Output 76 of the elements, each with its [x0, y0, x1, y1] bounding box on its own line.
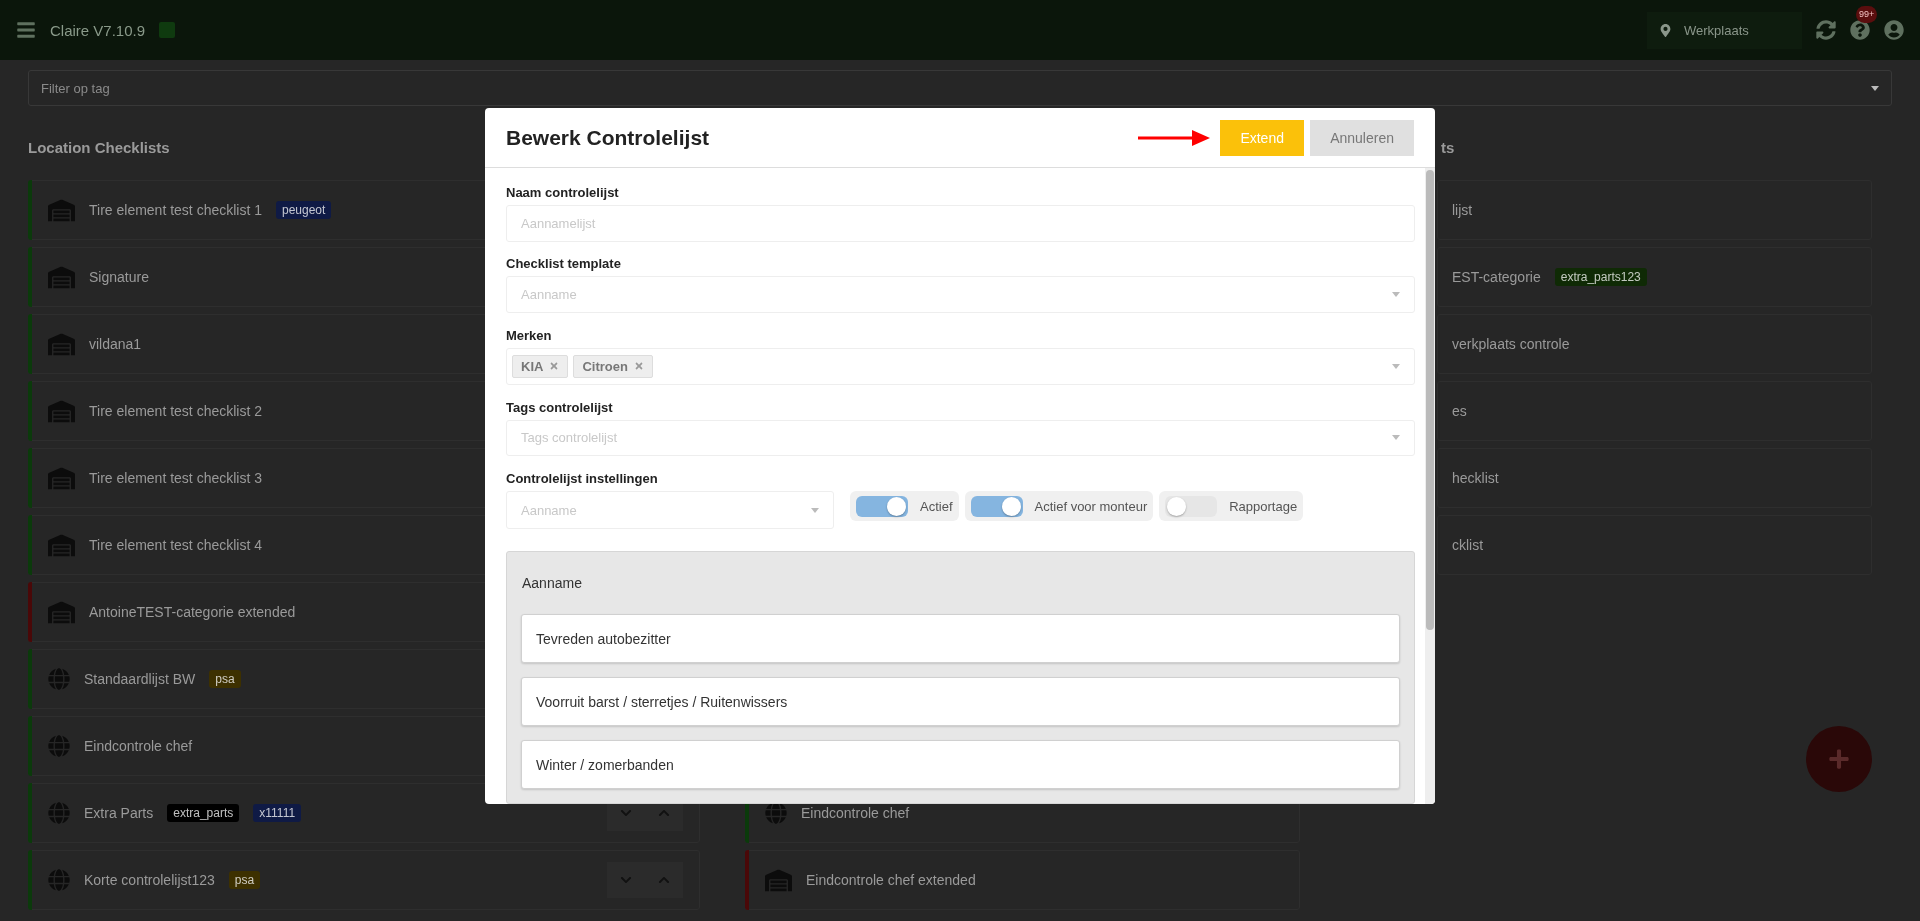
question-card[interactable]: Winter / zomerbanden: [521, 740, 1400, 789]
question-card[interactable]: Tevreden autobezitter: [521, 614, 1400, 663]
app-title: Claire V7.10.9: [50, 21, 146, 39]
select-field[interactable]: KIA Citroen: [506, 348, 1415, 385]
user-icon[interactable]: [1884, 20, 1904, 40]
notification-badge: 99+: [1856, 6, 1878, 23]
tag-label: psa: [209, 670, 241, 688]
location-field[interactable]: Werkplaats: [1647, 11, 1802, 49]
chevron-down-icon: [620, 874, 632, 886]
pin-icon: [1659, 23, 1672, 37]
checklist-card[interactable]: cklist: [1437, 515, 1872, 575]
checklist-name: Eindcontrole chef: [801, 805, 910, 821]
globe-icon: [765, 802, 787, 824]
plus-icon: [1828, 748, 1850, 770]
dialog-title: Bewerk Controlelijst: [506, 125, 711, 150]
toggle-label: Actief: [920, 498, 953, 514]
tag-label: x11111: [253, 804, 302, 822]
checklist-name: Tire element test checklist 3: [89, 470, 262, 486]
checklist-name: Standaardlijst BW: [84, 671, 196, 687]
checklist-name: Eindcontrole chef: [84, 738, 193, 754]
checklist-name: hecklist: [1452, 470, 1499, 486]
globe-icon: [48, 735, 70, 757]
checklist-name: Tire element test checklist 4: [89, 537, 262, 553]
field-label: Merken: [506, 327, 553, 345]
tag-label: psa: [228, 871, 261, 889]
field-label: Checklist template: [506, 255, 622, 274]
question-card[interactable]: Voorruit barst / sterretjes / Ruitenwissers: [521, 677, 1400, 726]
field-label: Controlelijst instellingen: [506, 470, 659, 489]
field-label: Tags controlelijst: [506, 398, 614, 417]
chevron-up-icon: [658, 807, 670, 819]
toggle-switch[interactable]: [1165, 495, 1218, 517]
chevron-down-icon: [620, 807, 632, 819]
checklist-name: Tire element test checklist 1: [89, 202, 262, 218]
globe-icon: [48, 802, 70, 824]
checklist-name: es: [1452, 403, 1467, 419]
brand-chip[interactable]: Citroen: [573, 354, 653, 378]
toggle-switch[interactable]: [856, 495, 908, 517]
version-marker: [159, 22, 176, 38]
chevron-up-icon: [658, 874, 670, 886]
remove-icon[interactable]: [633, 361, 644, 372]
checklist-name: lijst: [1452, 202, 1473, 218]
checklist-name: Korte controlelijst123: [84, 872, 215, 888]
scrollbar-thumb[interactable]: [1426, 170, 1434, 630]
checklist-card[interactable]: verkplaats controle: [1437, 314, 1872, 374]
field-label: Naam controlelijst: [506, 183, 620, 202]
globe-icon: [48, 668, 70, 690]
checklist-card[interactable]: es: [1437, 381, 1872, 441]
checklist-card[interactable]: lijst: [1437, 180, 1872, 240]
checklist-name: Extra Parts: [84, 805, 154, 821]
column-heading: ts: [1441, 138, 1455, 156]
cancel-button[interactable]: Annuleren: [1310, 119, 1414, 156]
checklist-name: AntoineTEST-categorie extended: [89, 604, 296, 620]
column-heading: Location Checklists: [28, 138, 170, 156]
checklist-card[interactable]: hecklist: [1437, 448, 1872, 508]
tag-label: extra_parts: [167, 804, 240, 822]
tag-label: extra_parts123: [1554, 268, 1647, 286]
checklist-name: Signature: [89, 269, 149, 285]
toggle-label: Actief voor monteur: [1034, 498, 1148, 514]
toggle-switch[interactable]: [970, 495, 1023, 517]
checklist-name: Tire element test checklist 2: [89, 403, 262, 419]
checklist-name: Eindcontrole chef extended: [806, 872, 976, 888]
tag-label: peugeot: [276, 201, 332, 219]
checklist-name: EST-categorie: [1452, 269, 1541, 285]
brand-chip[interactable]: KIA: [512, 354, 569, 378]
menu-icon[interactable]: [16, 20, 36, 40]
refresh-icon[interactable]: [1816, 20, 1836, 40]
remove-icon[interactable]: [549, 361, 560, 372]
help-icon[interactable]: [1850, 20, 1870, 40]
checklist-name: cklist: [1452, 537, 1484, 553]
checklist-name: vildana1: [89, 336, 142, 352]
checklist-card[interactable]: Eindcontrole chef extended: [745, 850, 1300, 910]
globe-icon: [48, 869, 70, 891]
checklist-name: verkplaats controle: [1452, 336, 1570, 352]
toggle-label: Rapportage: [1229, 498, 1298, 514]
checklist-card[interactable]: EST-categorie extra_parts123: [1437, 247, 1872, 307]
tag-filter-select[interactable]: Filter op tag: [28, 70, 1892, 106]
